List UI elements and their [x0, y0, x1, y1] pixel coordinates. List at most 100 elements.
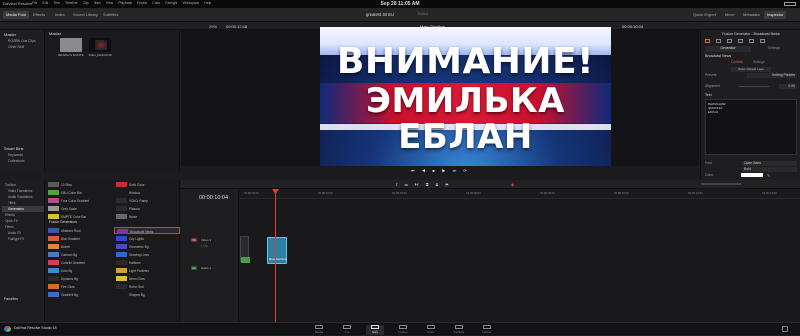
effect-item[interactable]: Light Particles [114, 267, 180, 274]
playhead[interactable] [275, 189, 276, 322]
preset-dropdown[interactable]: Basic Default Logo [731, 67, 771, 72]
effect-item[interactable]: Four Color Gradient [46, 197, 112, 204]
clip-label: Broadcast News [269, 258, 287, 261]
home-icon[interactable] [782, 326, 788, 332]
page-tab-media[interactable]: Media [310, 325, 328, 335]
page-tab-edit[interactable]: Edit [366, 325, 384, 335]
page-tab-cut[interactable]: Cut [338, 325, 356, 335]
effect-item[interactable]: City Lights [114, 235, 180, 242]
zoom-level[interactable]: 29% [209, 24, 217, 29]
source-timecode: 00:00:12:48 [226, 24, 248, 29]
video-icon[interactable] [705, 39, 710, 43]
font-dropdown[interactable]: Open Sans [742, 161, 797, 166]
page-tab-color[interactable]: Color [422, 325, 440, 335]
inspector-button[interactable]: Inspector [764, 11, 787, 19]
metadata-button[interactable]: Metadata [740, 11, 763, 19]
mixer-button[interactable]: Mixer [722, 11, 738, 19]
effect-item[interactable]: Fire Glow [46, 283, 112, 290]
transport-icons[interactable]: ⏮ ◀ ■ ▶ ⏭ ⟳ [411, 168, 470, 173]
track-name[interactable]: Audio 1 [201, 266, 211, 270]
color-swatch[interactable] [741, 173, 763, 177]
battery-icon[interactable] [784, 2, 796, 6]
effect-item[interactable]: Retro Grid [114, 283, 180, 290]
effects-button[interactable]: Effects [30, 11, 48, 19]
sound-library-button[interactable]: Sound Library [70, 11, 101, 19]
effect-item[interactable]: SMPTE Color Bar [46, 213, 112, 220]
page-tab-fairlight[interactable]: Fairlight [450, 325, 468, 335]
subtitles-button[interactable]: Subtitles [100, 11, 121, 19]
favorites-header[interactable]: Favorites [4, 297, 18, 301]
effect-name: Geometric Bg [129, 244, 149, 249]
tab-generator[interactable]: Generator [705, 46, 751, 52]
section-header[interactable]: Broadcast News [705, 54, 731, 58]
text-section-header[interactable]: Text [705, 93, 712, 97]
effect-item[interactable]: Dynamic Bg [46, 275, 112, 282]
media-pool-button[interactable]: Media Pool [3, 11, 30, 19]
tab-settings[interactable]: Settings [751, 46, 797, 52]
effects-icon[interactable] [727, 39, 732, 43]
effect-item[interactable]: Noise [114, 213, 180, 220]
timeline-clip-broadcast-news[interactable]: Broadcast News [267, 237, 287, 264]
page-tabs: Media Cut Edit Fusion Color Fairlight Deliver [310, 323, 510, 336]
effect-thumbnail [116, 198, 127, 203]
effect-name: Gradient Bg [61, 292, 79, 297]
alignment-slider[interactable] [739, 86, 769, 87]
effect-item[interactable]: Bokeh [46, 243, 112, 250]
bin-item[interactable]: ROSBN Cue Clips [8, 39, 36, 43]
effect-item[interactable]: EBU Color Bar [46, 189, 112, 196]
transition-icon[interactable] [738, 39, 743, 43]
effect-item[interactable]: Plasma [114, 205, 180, 212]
subtab-settings[interactable]: Settings [753, 60, 765, 64]
effect-item[interactable]: Cartoon Bg [46, 251, 112, 258]
index-button[interactable]: Index [52, 11, 68, 19]
zoom-slider[interactable] [701, 183, 741, 185]
effect-item[interactable]: Dots Bg [46, 267, 112, 274]
effect-item[interactable]: Glowing Lines [114, 251, 180, 258]
timeline-ruler[interactable]: 01:00:00:00 01:00:02:00 01:00:04:00 01:00:0… [240, 189, 800, 199]
effect-item[interactable]: Geometric Bg [114, 243, 180, 250]
effects-tree-item[interactable]: Fairlight FX [2, 236, 44, 242]
effect-item[interactable]: Neon Glow [114, 275, 180, 282]
audio-icon[interactable] [716, 39, 721, 43]
file-icon[interactable] [760, 39, 765, 43]
effect-item[interactable]: Solid Color [114, 181, 180, 188]
presets-select[interactable]: Setting Presets [747, 73, 797, 78]
style-dropdown[interactable]: Bold [742, 167, 797, 172]
page-tab-fusion[interactable]: Fusion [394, 325, 412, 335]
edit-tool-icons[interactable]: ⟟ ▭ ✂ ⧉ ⧈ ⚑ [396, 182, 451, 187]
clip-item[interactable]: Video_2023-09-28 [87, 38, 113, 57]
page-tab-deliver[interactable]: Deliver [478, 325, 496, 335]
effect-thumbnail [116, 236, 127, 241]
subtab-controls[interactable]: Controls [731, 60, 743, 64]
text-content-field[interactable]: ВНИМАНИЕ! ЭМИЛЬКА ЕБЛАН [705, 99, 797, 155]
track-name[interactable]: Video 1 [201, 238, 211, 242]
effects-tree-panel: Toolbox Video Transitions Audio Transition… [0, 180, 45, 322]
effect-item[interactable]: Abstract Fluid [46, 227, 112, 234]
effect-item[interactable]: Blur Gradient [46, 235, 112, 242]
quick-export-button[interactable]: Quick Export [690, 11, 719, 19]
alignment-value[interactable]: 0.00 [779, 84, 797, 89]
bin-item[interactable]: Other Stuff [8, 45, 24, 49]
effect-item[interactable]: 10 Step [46, 181, 112, 188]
clip-item[interactable]: BRAWLOV ESTATE [58, 38, 84, 57]
track-id[interactable]: A1 [191, 266, 197, 270]
effect-item[interactable]: Window [114, 189, 180, 196]
effect-item[interactable]: Broadcast News [114, 227, 180, 234]
video-clip-stub[interactable] [240, 236, 250, 263]
track-id[interactable]: V1 [191, 238, 197, 242]
video-frame[interactable]: ВНИМАНИЕ! ЭМИЛЬКА ЕБЛАН [320, 27, 611, 167]
eyedropper-icon[interactable]: ✎ [767, 173, 770, 178]
smart-bin-item[interactable]: Collections [8, 159, 25, 163]
snapping-icon[interactable]: ◆ [511, 182, 514, 187]
smart-bin-item[interactable]: Keywords [8, 153, 23, 157]
effect-item[interactable]: Grey Scale [46, 205, 112, 212]
smart-bins-header[interactable]: Smart Bins [4, 146, 24, 151]
image-icon[interactable] [749, 39, 754, 43]
effect-item[interactable]: Shapes Bg [114, 291, 180, 298]
effect-item[interactable]: YCbCr Ramp [114, 197, 180, 204]
master-bin-header[interactable]: Master [4, 32, 16, 37]
effect-item[interactable]: Gradient Bg [46, 291, 112, 298]
effect-item[interactable]: Colorful Gradient [46, 259, 112, 266]
effect-item[interactable]: Halftone [114, 259, 180, 266]
effect-thumbnail [117, 229, 128, 234]
